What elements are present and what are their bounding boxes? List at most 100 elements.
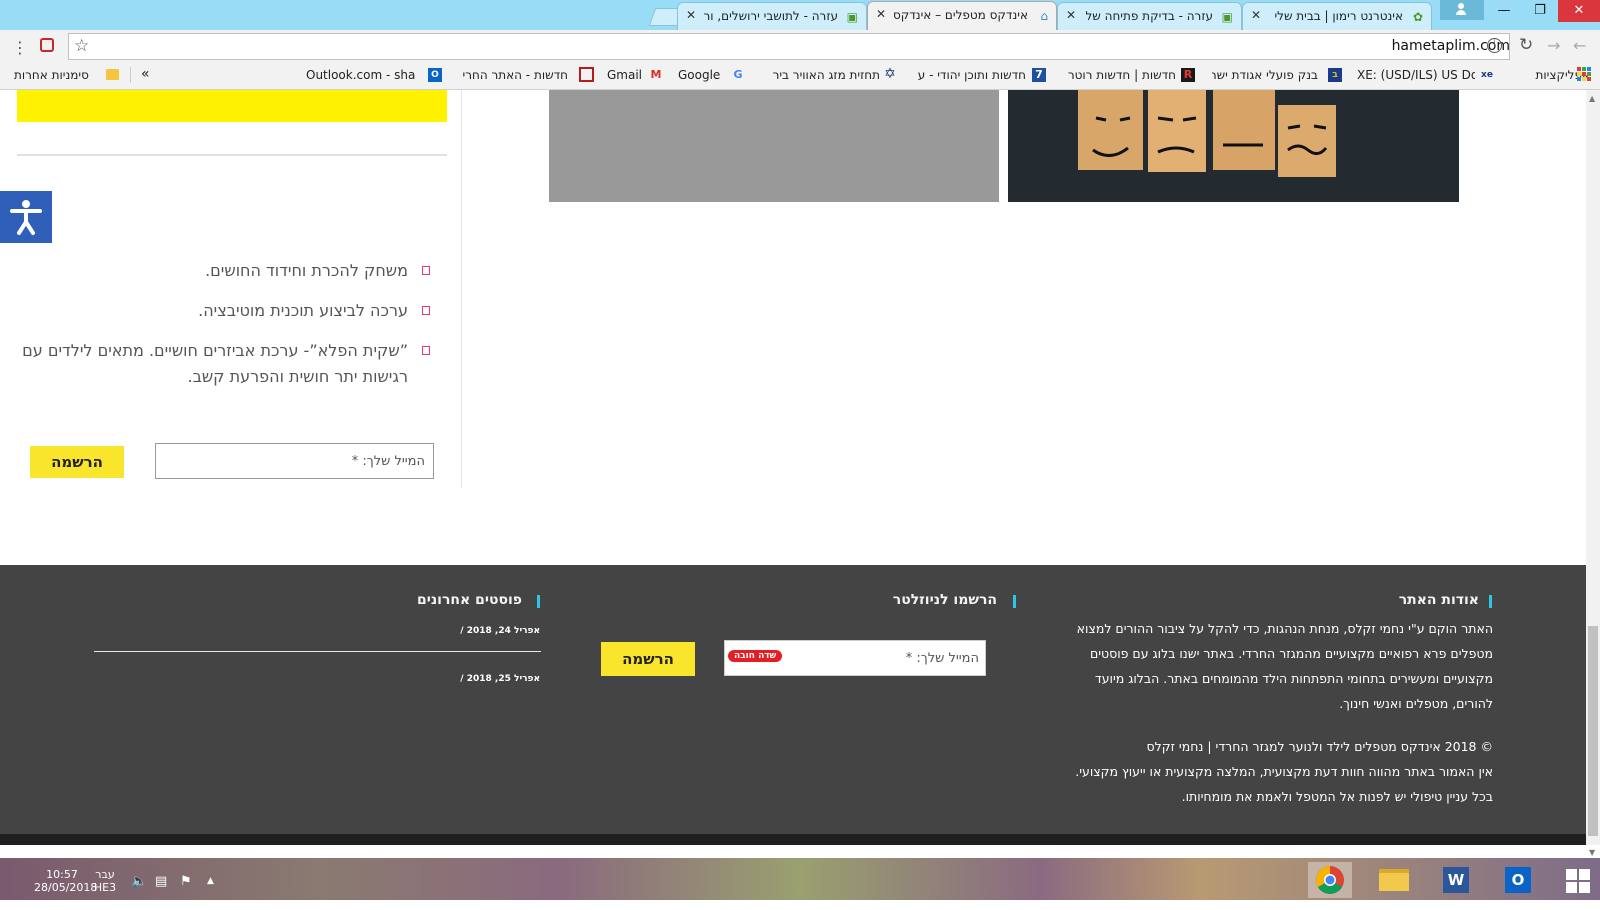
bookmark-label: בנק פועלי אגודת ישר (1212, 68, 1318, 82)
bookmarks-overflow-button[interactable]: » (141, 66, 150, 82)
accessibility-button[interactable] (0, 191, 52, 243)
chrome-icon[interactable] (1308, 862, 1352, 898)
bookmark-weather[interactable]: תחזית מזג האוויר ביר (758, 68, 880, 82)
action-center-flag-icon[interactable]: ⚑ (180, 874, 192, 889)
address-bar[interactable] (68, 33, 1510, 60)
file-explorer-icon[interactable] (1372, 862, 1416, 898)
gmail-icon: M (650, 68, 662, 81)
scroll-down-arrow-icon[interactable]: ▼ (1589, 848, 1595, 857)
bookmark-label: חדשות ותוכן יהודי - ע (917, 68, 1026, 82)
emotion-blocks-image (1078, 90, 1336, 177)
post-date[interactable]: אפריל 25, 2018 / (460, 674, 540, 684)
bookmark-google[interactable]: Google (678, 68, 720, 82)
word-icon[interactable]: W (1434, 862, 1478, 898)
footer-bottom-bar (0, 834, 1586, 845)
list-bullet-icon (422, 266, 430, 275)
tab-rimon[interactable]: ✿ אינטרנט רימון | בבית שלי ✕ (1242, 2, 1432, 30)
post-image-emotion-blocks[interactable] (1008, 90, 1459, 202)
footer-email-input[interactable]: המייל שלך: * שדה חובה (724, 640, 986, 676)
star-of-david-icon: ✡ (884, 66, 896, 82)
bookmark-label: סימניות אחרות (14, 68, 89, 82)
tab-help-check[interactable]: ▣ עזרה - בדיקת פתיחה של ✕ (1057, 2, 1242, 30)
outlook-app-icon[interactable]: O (1496, 862, 1540, 898)
folder-icon (106, 69, 119, 80)
bookmark-label: Outlook.com - share (306, 68, 416, 82)
bookmark-gmail[interactable]: Gmail (607, 68, 642, 82)
footer-register-button[interactable]: הרשמה (601, 642, 695, 676)
menu-icon[interactable]: ⋮ (12, 38, 28, 57)
close-tab-icon[interactable]: ✕ (876, 7, 886, 21)
xe-icon: xe (1481, 70, 1493, 80)
email-placeholder: המייל שלך: * (905, 651, 979, 666)
list-item: ”שקית הפלא”- ערכת אביזרים חושיים. מתאים … (20, 338, 430, 390)
reload-icon[interactable]: ↻ (1519, 35, 1533, 55)
windows-start-icon[interactable] (1556, 862, 1600, 898)
language-label: עבר (95, 868, 115, 881)
heading-accent-bar (1013, 595, 1016, 608)
sidebar-email-input[interactable]: המייל שלך: * (155, 443, 434, 479)
news-square-icon (579, 67, 594, 82)
back-icon[interactable]: ← (1573, 36, 1586, 55)
tab-title: אינדקס מטפלים – אינדקס (892, 8, 1028, 22)
chrome-logo (1316, 866, 1344, 894)
profile-icon (1456, 3, 1466, 15)
bookmark-label: Gmail (607, 68, 643, 82)
show-hidden-icons-icon[interactable]: ▲ (207, 876, 214, 886)
google-g-icon: G (733, 68, 743, 81)
post-date[interactable]: אפריל 24, 2018 / (460, 626, 540, 636)
bookmark-jewish-news[interactable]: חדשות ותוכן יהודי - ע (913, 68, 1026, 82)
outlook-icon: O (428, 68, 442, 82)
bookmark-bank[interactable]: בנק פועלי אגודת ישר (1212, 68, 1318, 82)
post-image-placeholder[interactable] (549, 90, 999, 202)
clock[interactable]: 10:57 28/05/2018 (34, 868, 98, 894)
seven-icon: 7 (1032, 68, 1046, 82)
about-text: האתר הוקם ע"י נחמי זקלס, מנחת הנהגות, כד… (1076, 621, 1493, 711)
list-item: משחק להכרת וחידוד החושים. (20, 258, 430, 284)
bookmark-label: Google (678, 68, 721, 82)
bookmark-label: תחזית מזג האוויר ביר (772, 68, 880, 82)
bookmark-other[interactable]: סימניות אחרות (14, 68, 89, 82)
tab-index-therapists[interactable]: ⌂ אינדקס מטפלים – אינדקס ✕ (867, 1, 1057, 31)
list-item-text: ”שקית הפלא”- ערכת אביזרים חושיים. מתאים … (22, 341, 408, 386)
email-placeholder: המייל שלך: * (351, 454, 425, 469)
restore-button[interactable]: ❐ (1520, 0, 1560, 22)
bookmark-separator (130, 67, 131, 83)
clock-date: 28/05/2018 (34, 881, 98, 894)
tab-help-jerusalem[interactable]: ▣ עזרה - לתושבי ירושלים, ור ✕ (677, 2, 867, 30)
list-item-text: משחק להכרת וחידוד החושים. (205, 261, 408, 280)
about-heading: אודות האתר (1398, 592, 1479, 608)
yellow-banner (17, 90, 447, 122)
scrollbar-thumb[interactable] (1588, 626, 1598, 836)
minimize-button[interactable]: — (1484, 0, 1524, 22)
bookmark-label: חדשות | חדשות רוטר (1067, 68, 1176, 82)
bookmark-xe[interactable]: XE: (USD/ILS) US Dol (1357, 68, 1475, 82)
bookmark-rotter[interactable]: חדשות | חדשות רוטר (1064, 68, 1176, 82)
close-tab-icon[interactable]: ✕ (1251, 8, 1261, 22)
windows-taskbar (0, 858, 1600, 900)
heading-accent-bar (1489, 595, 1492, 608)
sidebar-register-button[interactable]: הרשמה (30, 446, 124, 478)
accessibility-icon (10, 200, 42, 235)
bookmark-outlook[interactable]: Outlook.com - share (306, 68, 416, 82)
site-info-icon[interactable]: i (1487, 38, 1502, 53)
post-divider (94, 651, 541, 652)
site-footer: אודות האתר האתר הוקם ע"י נחמי זקלס, מנחת… (0, 565, 1586, 834)
forward-icon[interactable]: → (1547, 36, 1560, 55)
close-tab-icon[interactable]: ✕ (686, 8, 696, 22)
network-icon[interactable]: ▤ (155, 874, 167, 889)
advice-text: בכל עניין טיפולי יש לפנות אל המטפל ולאמת… (1181, 789, 1493, 804)
tab-title: עזרה - לתושבי ירושלים, ור (703, 9, 838, 23)
bookmark-star-icon[interactable]: ☆ (74, 36, 89, 56)
recent-posts-heading: פוסטים אחרונים (416, 592, 522, 608)
bookmark-haredi-news[interactable]: חדשות - האתר החרי (460, 68, 568, 82)
language-indicator[interactable]: עבר HE3 (92, 868, 118, 894)
profile-button[interactable] (1440, 0, 1484, 20)
copyright-text: © 2018 אינדקס מטפלים לילד ולנוער למגזר ה… (1146, 739, 1493, 754)
close-tab-icon[interactable]: ✕ (1066, 8, 1076, 22)
extension-icon[interactable] (40, 38, 54, 52)
list-bullet-icon (422, 306, 430, 315)
scroll-up-arrow-icon[interactable]: ▲ (1589, 94, 1595, 103)
volume-icon[interactable]: 🔈 (131, 874, 147, 889)
close-window-button[interactable]: ✕ (1558, 0, 1600, 22)
product-list: משחק להכרת וחידוד החושים. ערכה לביצוע תו… (20, 258, 430, 390)
